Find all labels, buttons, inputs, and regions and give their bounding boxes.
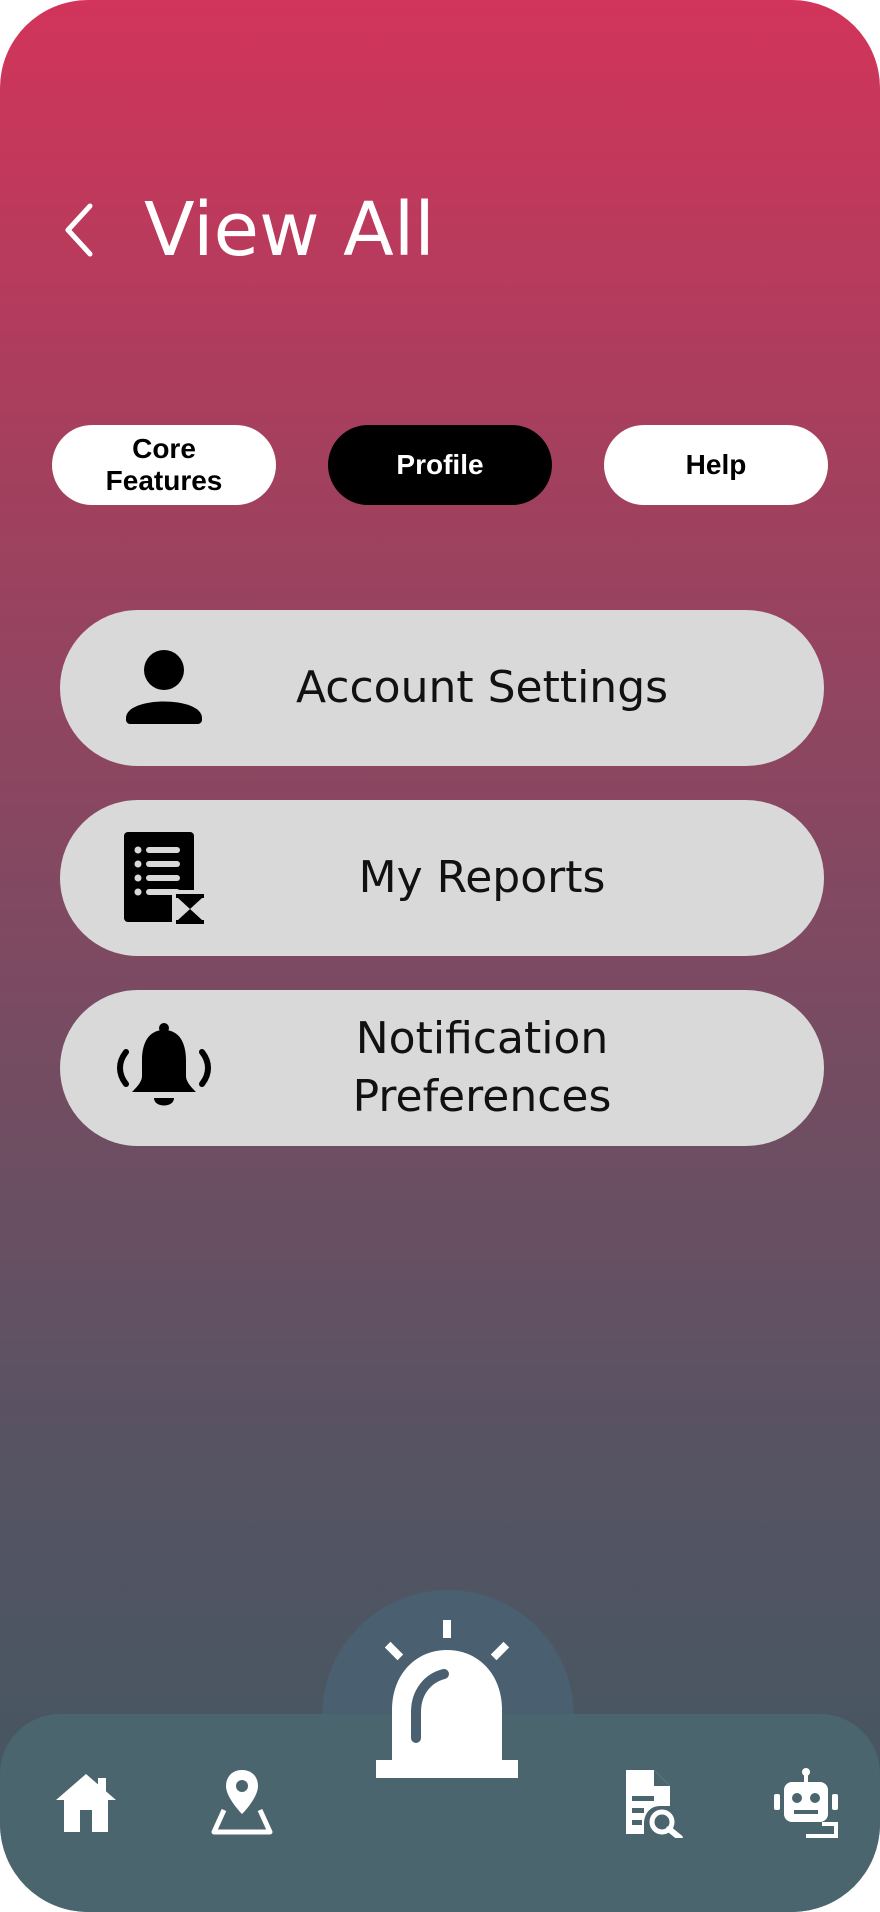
menu-item-label: Notification Preferences [352, 1013, 612, 1122]
map-pin-icon [211, 1770, 273, 1835]
tab-label: Profile [396, 449, 484, 480]
nav-reports[interactable] [616, 1766, 688, 1841]
nav-map[interactable] [206, 1766, 278, 1838]
report-pending-icon [124, 832, 208, 926]
tab-label: Core Features [105, 433, 223, 496]
tab-help[interactable]: Help [604, 425, 828, 505]
nav-assistant[interactable] [770, 1766, 842, 1838]
nav-home[interactable] [50, 1766, 122, 1838]
my-reports-button[interactable]: My Reports [60, 800, 824, 956]
header: View All [50, 190, 435, 270]
tab-profile[interactable]: Profile [328, 425, 552, 505]
page-title: View All [144, 187, 435, 273]
tab-bar: Core Features Profile Help [0, 425, 880, 505]
menu-item-label: My Reports [358, 852, 606, 903]
robot-icon [774, 1768, 838, 1838]
chevron-left-icon [65, 203, 93, 257]
tab-core-features[interactable]: Core Features [52, 425, 276, 505]
person-icon [126, 650, 202, 724]
tab-label: Help [685, 449, 747, 480]
siren-alarm-icon [376, 1620, 518, 1778]
notification-preferences-button[interactable]: Notification Preferences [60, 990, 824, 1146]
home-icon [56, 1774, 116, 1832]
back-button[interactable] [50, 190, 110, 270]
account-settings-button[interactable]: Account Settings [60, 610, 824, 766]
document-search-icon [626, 1770, 683, 1841]
bell-ringing-icon [117, 1023, 211, 1106]
phone-screen: View All Core Features Profile Help Acco… [0, 0, 880, 1912]
menu-item-label: Account Settings [295, 662, 669, 713]
